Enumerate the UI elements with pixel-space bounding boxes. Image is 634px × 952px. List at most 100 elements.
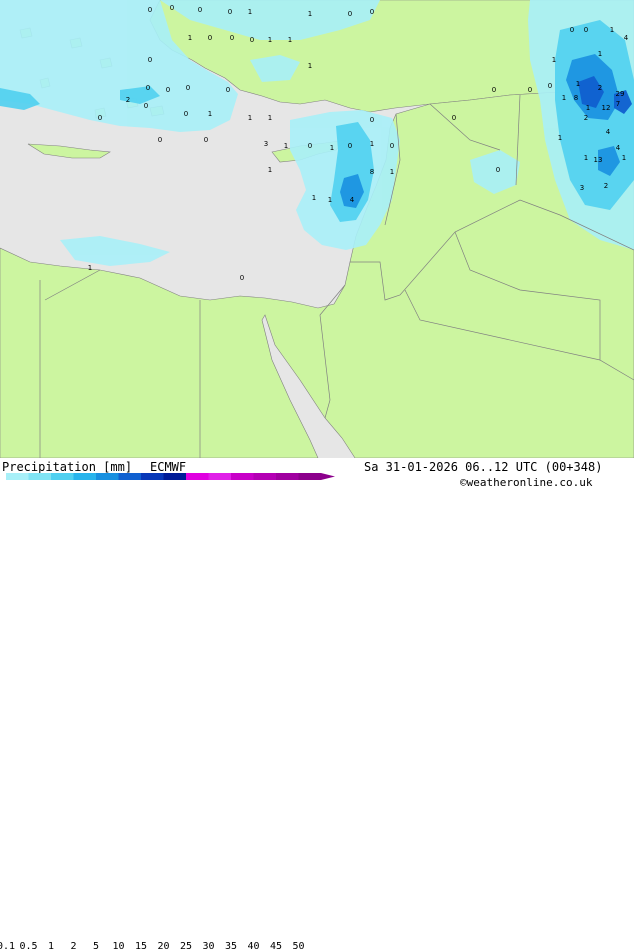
grid-value: 0 xyxy=(240,274,244,282)
legend-swatch xyxy=(208,473,231,480)
grid-value: 2 xyxy=(604,182,608,190)
grid-value: 0 xyxy=(228,8,232,16)
grid-value: 3 xyxy=(264,140,268,148)
grid-value: 0 xyxy=(370,8,374,16)
grid-value: 4 xyxy=(616,144,621,152)
grid-value: 0 xyxy=(584,26,588,34)
grid-value: 1 xyxy=(208,110,212,118)
grid-value: 3 xyxy=(580,184,584,192)
legend-swatch xyxy=(51,473,74,480)
legend-tick: 30 xyxy=(202,941,215,952)
legend-swatch xyxy=(6,473,29,480)
grid-value: 0 xyxy=(148,56,152,64)
grid-value: 1 xyxy=(584,154,588,162)
grid-value: 0 xyxy=(198,6,202,14)
grid-value: 1 xyxy=(552,56,556,64)
grid-value: 8 xyxy=(574,94,578,102)
legend-swatch xyxy=(141,473,164,480)
legend-swatch xyxy=(231,473,254,480)
legend-tick: 1 xyxy=(47,941,55,952)
grid-value: 1 xyxy=(622,154,626,162)
precipitation-map: 0 0 1 1 0 0 0 0 1 0 1 0 0 0 1 1 0 0 0 0 0 0 2 1 1 1 0 3 1 0 1 0 1 0 0 0 0 1 0 8… xyxy=(0,0,634,459)
grid-value: 0 xyxy=(452,114,456,122)
legend-tick: 0.1 xyxy=(0,941,16,952)
legend-swatch xyxy=(73,473,96,480)
model-label: ECMWF xyxy=(150,460,187,474)
legend-swatch xyxy=(298,473,321,480)
legend-swatch xyxy=(276,473,299,480)
grid-value: 1 xyxy=(586,104,590,112)
legend-tick: 0.5 xyxy=(19,941,38,952)
grid-value: 8 xyxy=(370,168,374,176)
legend-tick: 5 xyxy=(92,941,100,952)
legend-swatch xyxy=(118,473,141,480)
grid-value: 1 xyxy=(370,140,374,148)
grid-value: 2 xyxy=(598,84,602,92)
legend-tick: 2 xyxy=(70,941,77,952)
grid-value: 1 xyxy=(188,34,192,42)
grid-value: 1 xyxy=(598,50,602,58)
grid-value: 0 xyxy=(226,86,230,94)
grid-value: 1 xyxy=(268,114,272,122)
grid-value: 1 xyxy=(248,114,252,122)
grid-value: 1 xyxy=(308,10,312,18)
grid-value: 0 xyxy=(348,10,352,18)
legend-tick: 50 xyxy=(292,941,305,952)
grid-value: 0 xyxy=(370,116,374,124)
grid-value: 1 xyxy=(328,196,332,204)
grid-value: 0 xyxy=(390,142,394,150)
grid-value: 0 xyxy=(348,142,352,150)
grid-value: 0 xyxy=(144,102,148,110)
footer: Precipitation [mm] ECMWF Sa 31-01-2026 0… xyxy=(0,458,634,952)
grid-value: 1 xyxy=(284,142,288,150)
grid-value: 1 xyxy=(562,94,566,102)
grid-value: 0 xyxy=(230,34,234,42)
legend-tick: 40 xyxy=(247,941,260,952)
grid-value: 4 xyxy=(350,196,355,204)
legend-arrow xyxy=(321,473,335,480)
grid-value: 1 xyxy=(312,194,316,202)
grid-value: 13 xyxy=(594,156,603,164)
legend-swatch xyxy=(28,473,51,480)
legend-swatch xyxy=(96,473,119,480)
grid-value: 0 xyxy=(492,86,496,94)
grid-value: 1 xyxy=(248,8,252,16)
grid-value: 0 xyxy=(186,84,190,92)
grid-value: 1 xyxy=(88,264,92,272)
credit: ©weatheronline.co.uk xyxy=(460,476,593,489)
legend-swatch xyxy=(253,473,276,480)
product-label: Precipitation [mm] xyxy=(2,460,133,474)
grid-value: 4 xyxy=(606,128,611,136)
legend-tick: 35 xyxy=(224,941,238,952)
color-legend-bar xyxy=(6,473,335,480)
grid-value: 1 xyxy=(330,144,334,152)
valid-time: Sa 31-01-2026 06..12 UTC (00+348) xyxy=(364,460,603,474)
grid-value: 1 xyxy=(308,62,312,70)
grid-value: 12 xyxy=(602,104,611,112)
grid-value: 1 xyxy=(576,80,580,88)
grid-value: 0 xyxy=(166,86,170,94)
grid-value: 1 xyxy=(288,36,292,44)
grid-value: 29 xyxy=(616,90,625,98)
grid-value: 0 xyxy=(308,142,312,150)
grid-value: 0 xyxy=(548,82,552,90)
legend-tick: 20 xyxy=(157,941,170,952)
grid-value: 2 xyxy=(126,96,130,104)
grid-value: 1 xyxy=(268,36,272,44)
legend-tick: 45 xyxy=(269,941,283,952)
grid-value: 0 xyxy=(170,4,174,12)
grid-value: 0 xyxy=(208,34,212,42)
grid-value: 1 xyxy=(558,134,562,142)
grid-value: 1 xyxy=(390,168,394,176)
grid-value: 0 xyxy=(528,86,532,94)
grid-value: 1 xyxy=(268,166,272,174)
grid-value: 0 xyxy=(570,26,574,34)
grid-value: 0 xyxy=(158,136,162,144)
grid-value: 0 xyxy=(146,84,150,92)
grid-value: 2 xyxy=(584,114,588,122)
grid-value: 0 xyxy=(98,114,102,122)
grid-value: 0 xyxy=(204,136,208,144)
grid-value: 0 xyxy=(184,110,188,118)
grid-value: 7 xyxy=(616,100,620,108)
legend-tick: 25 xyxy=(179,941,193,952)
